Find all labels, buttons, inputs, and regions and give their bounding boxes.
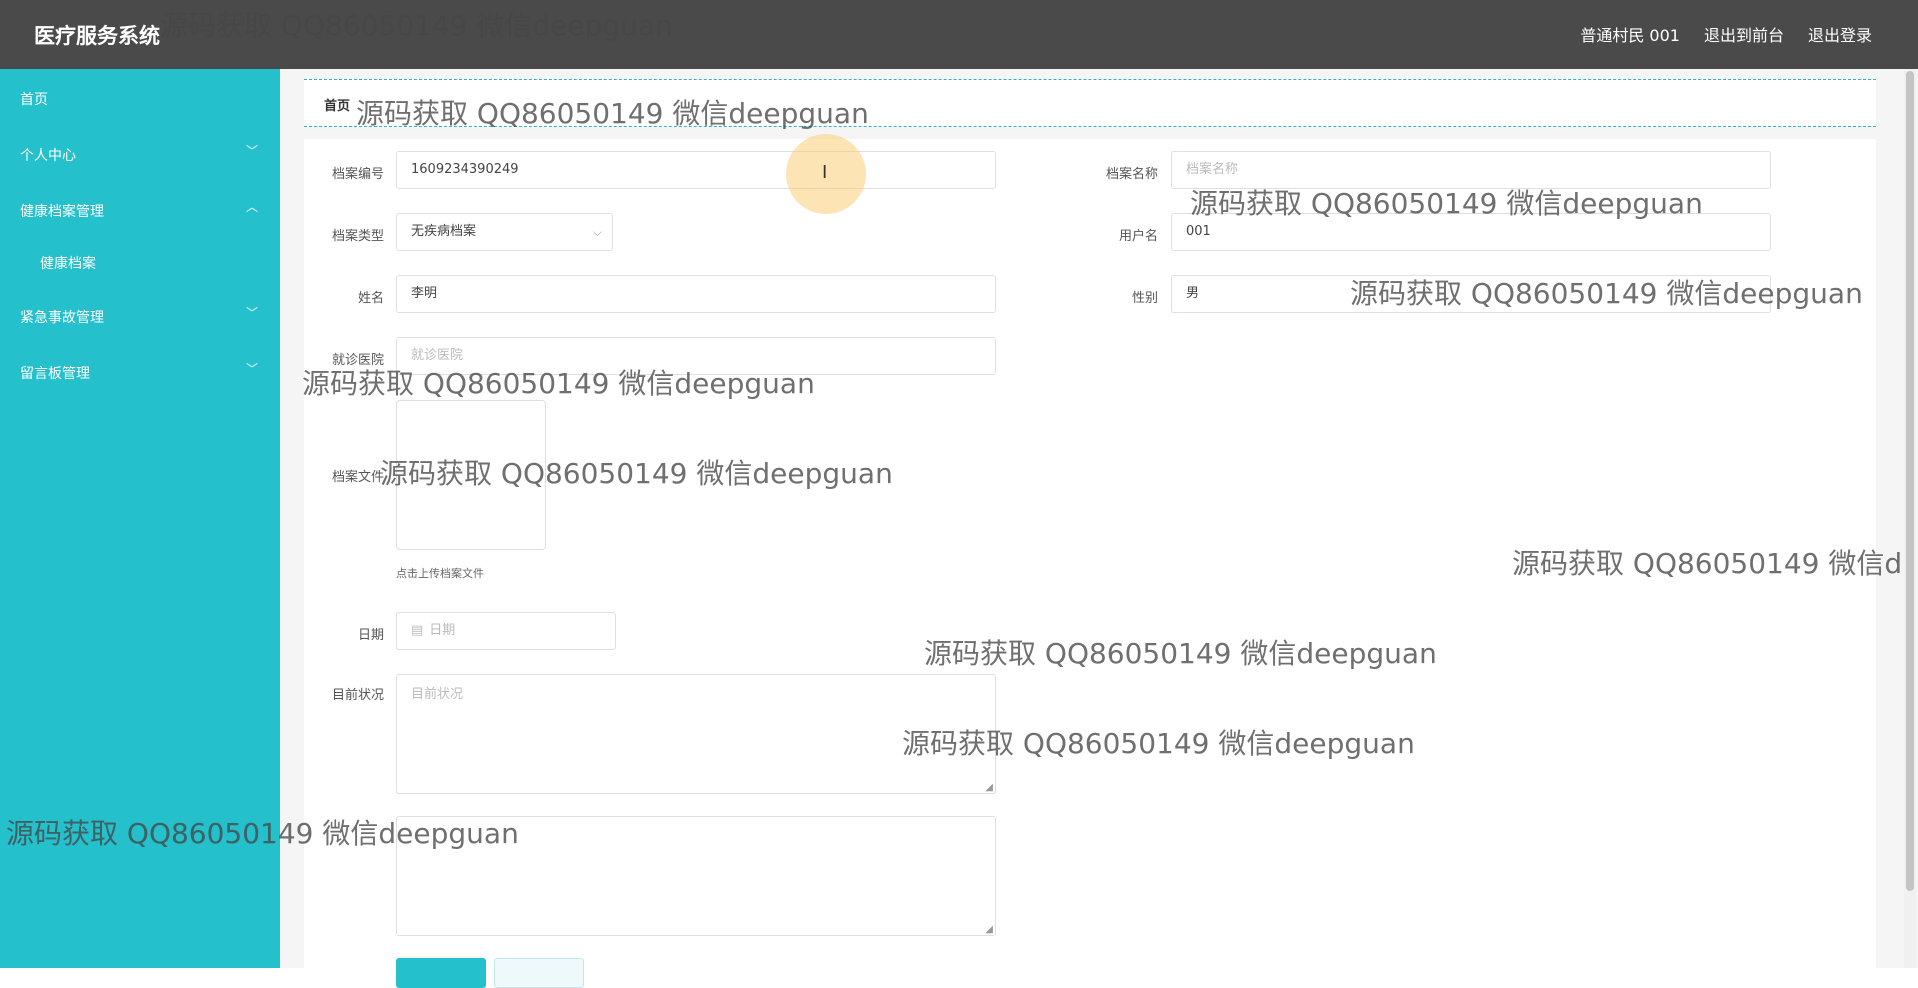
archive-no-label: 档案编号	[331, 167, 384, 182]
status-textarea[interactable]: 目前状况 ◢	[396, 674, 996, 794]
archive-no-field[interactable]: 1609234390249	[396, 151, 996, 189]
back-to-front-link[interactable]: 退出到前台	[1704, 22, 1784, 46]
breadcrumb-home[interactable]: 首页	[324, 99, 350, 114]
archive-file-label: 档案文件	[331, 470, 384, 485]
status-label: 目前状况	[331, 688, 384, 703]
archive-type-value: 无疾病档案	[411, 224, 477, 239]
resize-grip-icon[interactable]: ◢	[985, 924, 993, 935]
sidebar-item-personal-center[interactable]: 个人中心 ﹀	[0, 133, 280, 173]
chevron-down-icon: ﹀	[245, 362, 258, 376]
hospital-field[interactable]: 就诊医院	[396, 337, 996, 375]
archive-type-select[interactable]: 无疾病档案 ⌵	[396, 213, 613, 251]
username-label: 用户名	[1118, 229, 1158, 244]
scrollbar-thumb[interactable]	[1906, 71, 1914, 891]
app-title: 医疗服务系统	[34, 24, 160, 48]
sidebar-item-label: 个人中心	[20, 148, 76, 164]
remark-textarea[interactable]: ◢	[396, 816, 996, 936]
chevron-down-icon: ﹀	[245, 306, 258, 320]
sidebar-item-label: 留言板管理	[20, 366, 90, 382]
submit-button[interactable]	[396, 958, 486, 988]
username-field[interactable]: 001	[1171, 213, 1771, 251]
hospital-label: 就诊医院	[331, 353, 384, 368]
archive-type-label: 档案类型	[331, 229, 384, 244]
sidebar-item-label: 健康档案	[40, 256, 96, 272]
gender-label: 性别	[1131, 291, 1158, 306]
gender-field[interactable]: 男	[1171, 275, 1771, 313]
breadcrumb-bar: 首页	[304, 79, 1876, 127]
status-placeholder: 目前状况	[411, 687, 464, 702]
chevron-down-icon: ⌵	[592, 225, 602, 239]
sidebar-item-label: 首页	[20, 92, 48, 108]
sidebar-item-emergency-mgmt[interactable]: 紧急事故管理 ﹀	[0, 295, 280, 335]
date-placeholder: 日期	[429, 623, 456, 638]
archive-name-label: 档案名称	[1105, 167, 1158, 182]
archive-file-upload[interactable]	[396, 400, 546, 550]
sidebar-item-home[interactable]: 首页	[0, 77, 280, 117]
calendar-icon: ▤	[411, 623, 424, 638]
upload-hint[interactable]: 点击上传档案文件	[396, 565, 484, 581]
sidebar: 首页 个人中心 ﹀ 健康档案管理 ︿ 健康档案 紧急事故管理 ﹀ 留言板管理 ﹀	[0, 69, 280, 968]
name-field[interactable]: 李明	[396, 275, 996, 313]
chevron-down-icon: ﹀	[245, 144, 258, 158]
top-bar: 医疗服务系统 普通村民 001 退出到前台 退出登录	[0, 0, 1918, 69]
user-name-link[interactable]: 普通村民 001	[1580, 22, 1680, 46]
breadcrumb: 首页	[324, 95, 350, 114]
resize-grip-icon[interactable]: ◢	[985, 782, 993, 793]
date-picker[interactable]: ▤ 日期	[396, 612, 616, 650]
sidebar-item-label: 健康档案管理	[20, 204, 104, 220]
sidebar-item-health-archive[interactable]: 健康档案	[0, 241, 280, 281]
logout-link[interactable]: 退出登录	[1808, 22, 1872, 46]
date-label: 日期	[357, 628, 384, 643]
archive-name-field[interactable]: 档案名称	[1171, 151, 1771, 189]
cancel-button[interactable]	[494, 958, 584, 988]
top-links: 普通村民 001 退出到前台 退出登录	[1580, 22, 1872, 46]
sidebar-item-message-board-mgmt[interactable]: 留言板管理 ﹀	[0, 351, 280, 391]
name-label: 姓名	[357, 291, 384, 306]
sidebar-item-health-archive-mgmt[interactable]: 健康档案管理 ︿	[0, 189, 280, 229]
sidebar-item-label: 紧急事故管理	[20, 310, 104, 326]
text-cursor-icon: I	[822, 162, 828, 183]
chevron-up-icon: ︿	[245, 200, 258, 214]
page-scrollbar[interactable]	[1904, 69, 1916, 968]
